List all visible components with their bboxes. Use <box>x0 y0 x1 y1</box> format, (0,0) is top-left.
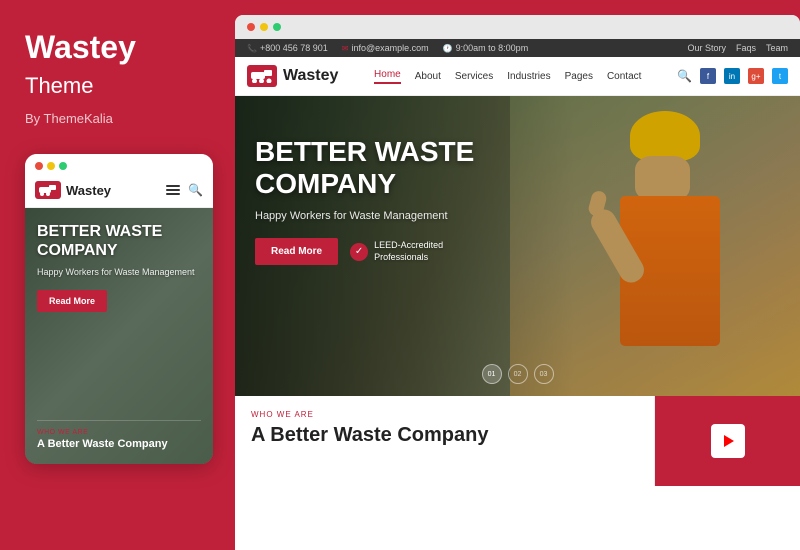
leed-badge: ✓ LEED-Accredited Professionals <box>350 240 443 263</box>
our-story-link[interactable]: Our Story <box>687 43 726 53</box>
nav-contact[interactable]: Contact <box>607 71 641 82</box>
check-icon: ✓ <box>350 243 368 261</box>
mobile-nav: Wastey 🔍 <box>25 176 213 208</box>
browser-bar <box>235 15 800 39</box>
nav-home[interactable]: Home <box>374 69 401 84</box>
site-preview: 📞 +800 456 78 901 ✉ info@example.com 🕐 9… <box>235 39 800 550</box>
hero-dot-3[interactable]: 03 <box>534 364 554 384</box>
nav-logo-icon <box>247 65 277 87</box>
hours-item: 🕐 9:00am to 8:00pm <box>443 43 529 53</box>
hero-dot-2[interactable]: 02 <box>508 364 528 384</box>
better-waste-company-title: A Better Waste Company <box>251 424 638 447</box>
bottom-section: WHO WE ARE A Better Waste Company <box>235 396 800 486</box>
mobile-hero: BETTER WASTE COMPANY Happy Workers for W… <box>25 208 213 464</box>
hamburger-icon[interactable] <box>166 185 180 195</box>
nav-logo: Wastey <box>247 65 338 87</box>
left-panel: Wastey Theme By ThemeKalia Wastey <box>0 0 235 550</box>
mobile-nav-icons: 🔍 <box>166 183 203 197</box>
nav-right-icons: 🔍 f in g+ t <box>677 68 788 84</box>
google-plus-icon[interactable]: g+ <box>748 68 764 84</box>
theme-by: By ThemeKalia <box>25 111 210 126</box>
mobile-bottom-section: WHO WE ARE A Better Waste Company <box>37 420 201 450</box>
theme-title: Wastey <box>25 30 210 65</box>
nav-industries[interactable]: Industries <box>507 71 550 82</box>
email-address: info@example.com <box>352 43 429 53</box>
mobile-search-icon[interactable]: 🔍 <box>188 183 203 197</box>
dot-green <box>59 162 67 170</box>
search-icon[interactable]: 🔍 <box>677 69 692 83</box>
play-button[interactable] <box>711 424 745 458</box>
browser-dot-green <box>273 23 281 31</box>
hero-actions: Read More ✓ LEED-Accredited Professional… <box>255 238 474 265</box>
email-icon: ✉ <box>342 44 349 53</box>
phone-item: 📞 +800 456 78 901 <box>247 43 328 53</box>
hero-section: BETTER WASTE COMPANY Happy Workers for W… <box>235 96 800 396</box>
browser-dot-red <box>247 23 255 31</box>
nav-pages[interactable]: Pages <box>565 71 593 82</box>
mobile-hero-title: BETTER WASTE COMPANY <box>37 222 201 260</box>
mobile-hero-content: BETTER WASTE COMPANY Happy Workers for W… <box>37 222 201 312</box>
dot-red <box>35 162 43 170</box>
team-link[interactable]: Team <box>766 43 788 53</box>
mobile-hero-sub: Happy Workers for Waste Management <box>37 267 201 279</box>
hero-title: BETTER WASTE COMPANY <box>255 136 474 200</box>
top-bar-left: 📞 +800 456 78 901 ✉ info@example.com 🕐 9… <box>247 43 528 53</box>
leed-text: LEED-Accredited Professionals <box>374 240 443 263</box>
nav-logo-text: Wastey <box>283 67 338 85</box>
mobile-logo-icon <box>35 181 61 199</box>
hero-content: BETTER WASTE COMPANY Happy Workers for W… <box>255 136 474 265</box>
nav-about[interactable]: About <box>415 71 441 82</box>
mobile-card-dots <box>25 154 213 176</box>
email-item: ✉ info@example.com <box>342 43 429 53</box>
faqs-link[interactable]: Faqs <box>736 43 756 53</box>
clock-icon: 🕐 <box>443 44 453 53</box>
who-we-are-label: WHO WE ARE <box>251 410 638 419</box>
read-more-button[interactable]: Read More <box>255 238 338 265</box>
mobile-logo: Wastey <box>35 181 111 199</box>
mobile-who-we-are-label: WHO WE ARE <box>37 429 201 436</box>
hero-dot-1[interactable]: 01 <box>482 364 502 384</box>
top-bar: 📞 +800 456 78 901 ✉ info@example.com 🕐 9… <box>235 39 800 57</box>
mobile-read-more-button[interactable]: Read More <box>37 290 107 312</box>
phone-icon: 📞 <box>247 44 257 53</box>
mobile-preview-card: Wastey 🔍 BETTER WASTE COMPANY Happy Work… <box>25 154 213 464</box>
play-triangle-icon <box>724 435 734 447</box>
browser-dot-yellow <box>260 23 268 31</box>
top-bar-right: Our Story Faqs Team <box>687 43 788 53</box>
bottom-left: WHO WE ARE A Better Waste Company <box>235 396 655 486</box>
hours-text: 9:00am to 8:00pm <box>456 43 529 53</box>
nav-links: Home About Services Industries Pages Con… <box>374 69 641 84</box>
twitter-icon[interactable]: t <box>772 68 788 84</box>
mobile-logo-text: Wastey <box>66 183 111 198</box>
main-nav: Wastey Home About Services Industries Pa… <box>235 57 800 96</box>
nav-services[interactable]: Services <box>455 71 493 82</box>
linkedin-icon[interactable]: in <box>724 68 740 84</box>
mobile-section-title: A Better Waste Company <box>37 438 201 450</box>
facebook-icon[interactable]: f <box>700 68 716 84</box>
right-panel: 📞 +800 456 78 901 ✉ info@example.com 🕐 9… <box>235 15 800 550</box>
hero-dots: 01 02 03 <box>482 364 554 384</box>
hero-subtitle: Happy Workers for Waste Management <box>255 210 474 222</box>
theme-subtitle: Theme <box>25 73 210 99</box>
dot-yellow <box>47 162 55 170</box>
phone-number: +800 456 78 901 <box>260 43 328 53</box>
bottom-right-video <box>655 396 800 486</box>
